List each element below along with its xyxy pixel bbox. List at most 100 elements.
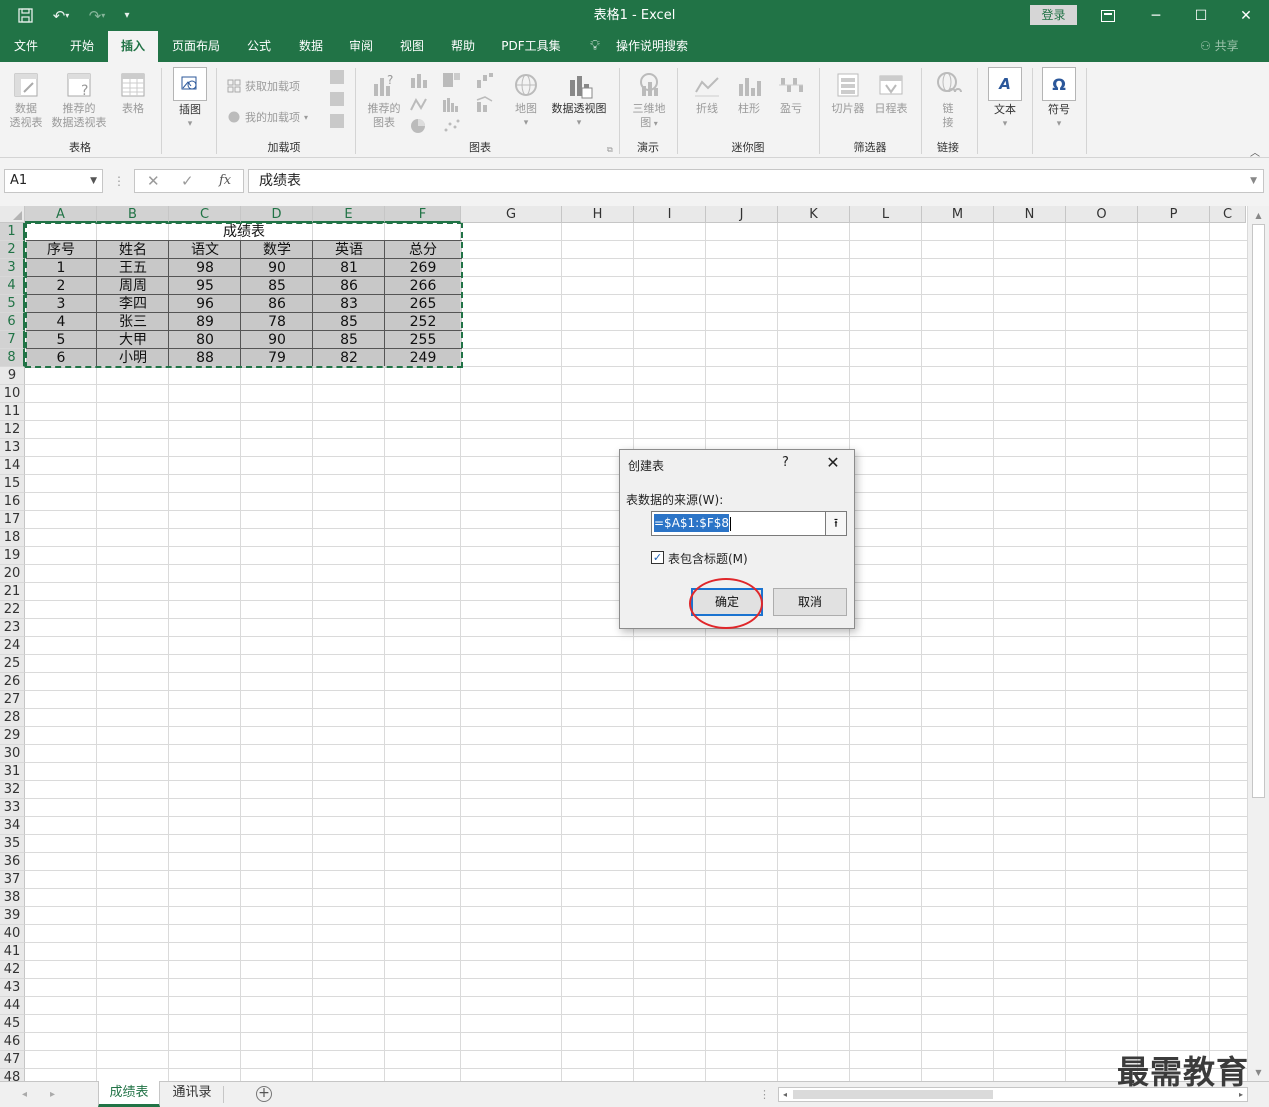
column-header[interactable]: F: [385, 206, 461, 223]
sparkline-winloss-button[interactable]: 盈亏: [772, 70, 810, 116]
statistic-chart-icon[interactable]: [442, 96, 468, 112]
redo-icon[interactable]: ↷ ▾: [82, 0, 112, 31]
timeline-button[interactable]: 日程表: [870, 70, 912, 116]
row-header[interactable]: 11: [0, 403, 25, 421]
tab-review[interactable]: 审阅: [338, 31, 384, 62]
row-header[interactable]: 48: [0, 1069, 25, 1081]
row-header[interactable]: 17: [0, 511, 25, 529]
column-header[interactable]: I: [634, 206, 706, 223]
my-addins-button[interactable]: 我的加载项 ▾: [227, 109, 308, 125]
people-graph-icon[interactable]: [330, 114, 344, 128]
sheet-tab-contacts[interactable]: 通讯录: [162, 1081, 222, 1107]
column-header[interactable]: K: [778, 206, 850, 223]
vertical-scroll-thumb[interactable]: [1252, 224, 1265, 798]
waterfall-chart-icon[interactable]: [476, 72, 502, 88]
dialog-launcher-icon[interactable]: ⧉: [607, 145, 613, 155]
table-button[interactable]: 表格: [114, 70, 152, 116]
tab-file[interactable]: 文件: [0, 31, 52, 62]
column-header[interactable]: C: [1210, 206, 1246, 223]
scatter-chart-icon[interactable]: [442, 118, 468, 134]
line-chart-icon[interactable]: [410, 96, 436, 112]
bing-maps-icon[interactable]: [330, 92, 344, 106]
column-header[interactable]: M: [922, 206, 994, 223]
row-header[interactable]: 32: [0, 781, 25, 799]
row-header[interactable]: 20: [0, 565, 25, 583]
insert-function-icon[interactable]: fx: [219, 170, 231, 192]
illustrations-icon[interactable]: [173, 67, 207, 101]
row-header[interactable]: 39: [0, 907, 25, 925]
row-header[interactable]: 31: [0, 763, 25, 781]
formula-input[interactable]: 成绩表 ▼: [248, 169, 1264, 193]
row-header[interactable]: 36: [0, 853, 25, 871]
login-button[interactable]: 登录: [1030, 5, 1077, 25]
scroll-left-icon[interactable]: ◂: [779, 1088, 791, 1101]
column-chart-icon[interactable]: [410, 72, 432, 88]
ribbon-display-options-icon[interactable]: [1085, 0, 1131, 31]
get-addins-button[interactable]: 获取加载项: [227, 78, 300, 94]
row-header[interactable]: 4: [0, 277, 25, 295]
row-header[interactable]: 14: [0, 457, 25, 475]
omega-icon[interactable]: Ω: [1042, 67, 1076, 101]
column-header[interactable]: O: [1066, 206, 1138, 223]
tab-splitter[interactable]: ⋮: [759, 1082, 770, 1107]
pivot-chart-button[interactable]: 数据透视图 ▾: [546, 70, 612, 130]
row-header[interactable]: 16: [0, 493, 25, 511]
row-header[interactable]: 28: [0, 709, 25, 727]
pivot-table-button[interactable]: 数据 透视表: [6, 70, 46, 130]
text-button[interactable]: 文本 ▾: [985, 103, 1025, 131]
row-header[interactable]: 9: [0, 367, 25, 385]
slicer-button[interactable]: 切片器: [828, 70, 868, 116]
enter-icon[interactable]: ✓: [181, 170, 194, 192]
horizontal-scroll-thumb[interactable]: [793, 1090, 993, 1099]
sparkline-line-button[interactable]: 折线: [688, 70, 726, 116]
row-header[interactable]: 13: [0, 439, 25, 457]
text-icon[interactable]: A: [988, 67, 1022, 101]
column-header[interactable]: A: [25, 206, 97, 223]
recommended-charts-button[interactable]: ? 推荐的 图表: [364, 70, 404, 130]
row-header[interactable]: 10: [0, 385, 25, 403]
row-header[interactable]: 18: [0, 529, 25, 547]
source-range-input[interactable]: =$A$1:$F$8: [651, 511, 826, 536]
undo-icon[interactable]: ↶ ▾: [46, 0, 76, 31]
collapse-dialog-icon[interactable]: ⭱: [825, 511, 847, 536]
row-header[interactable]: 34: [0, 817, 25, 835]
headers-checkbox-label[interactable]: 表包含标题(M): [668, 550, 748, 567]
formula-bar-splitter[interactable]: ⋮: [113, 169, 125, 193]
row-header[interactable]: 25: [0, 655, 25, 673]
save-icon[interactable]: [12, 0, 38, 31]
tab-insert[interactable]: 插入: [108, 31, 158, 62]
row-header[interactable]: 41: [0, 943, 25, 961]
row-header[interactable]: 35: [0, 835, 25, 853]
pie-chart-icon[interactable]: [410, 118, 436, 134]
column-header[interactable]: N: [994, 206, 1066, 223]
row-header[interactable]: 26: [0, 673, 25, 691]
row-header[interactable]: 42: [0, 961, 25, 979]
scroll-up-icon[interactable]: ▲: [1248, 209, 1269, 223]
row-header[interactable]: 33: [0, 799, 25, 817]
customize-quick-access-icon[interactable]: ▾: [118, 0, 136, 31]
sparkline-column-button[interactable]: 柱形: [730, 70, 768, 116]
row-header[interactable]: 44: [0, 997, 25, 1015]
column-header[interactable]: B: [97, 206, 169, 223]
scroll-down-icon[interactable]: ▼: [1248, 1066, 1269, 1080]
chevron-right-icon[interactable]: ▸: [50, 1082, 55, 1107]
row-header[interactable]: 15: [0, 475, 25, 493]
row-header[interactable]: 47: [0, 1051, 25, 1069]
row-header[interactable]: 23: [0, 619, 25, 637]
row-header[interactable]: 5: [0, 295, 25, 313]
sheet-tab-scores[interactable]: 成绩表: [98, 1081, 160, 1107]
3d-map-button[interactable]: 三维地图 ▾: [628, 70, 670, 131]
tab-data[interactable]: 数据: [288, 31, 334, 62]
row-header[interactable]: 37: [0, 871, 25, 889]
tell-me-search[interactable]: 操作说明搜索: [608, 31, 696, 62]
illustrations-button[interactable]: 插图 ▾: [170, 103, 210, 131]
chevron-down-icon[interactable]: ▼: [90, 170, 97, 192]
row-header[interactable]: 40: [0, 925, 25, 943]
row-header[interactable]: 12: [0, 421, 25, 439]
dialog-close-icon[interactable]: ✕: [820, 452, 846, 474]
row-header[interactable]: 46: [0, 1033, 25, 1051]
column-header[interactable]: E: [313, 206, 385, 223]
row-header[interactable]: 21: [0, 583, 25, 601]
headers-checkbox[interactable]: ✓: [651, 551, 664, 564]
column-header[interactable]: G: [461, 206, 562, 223]
